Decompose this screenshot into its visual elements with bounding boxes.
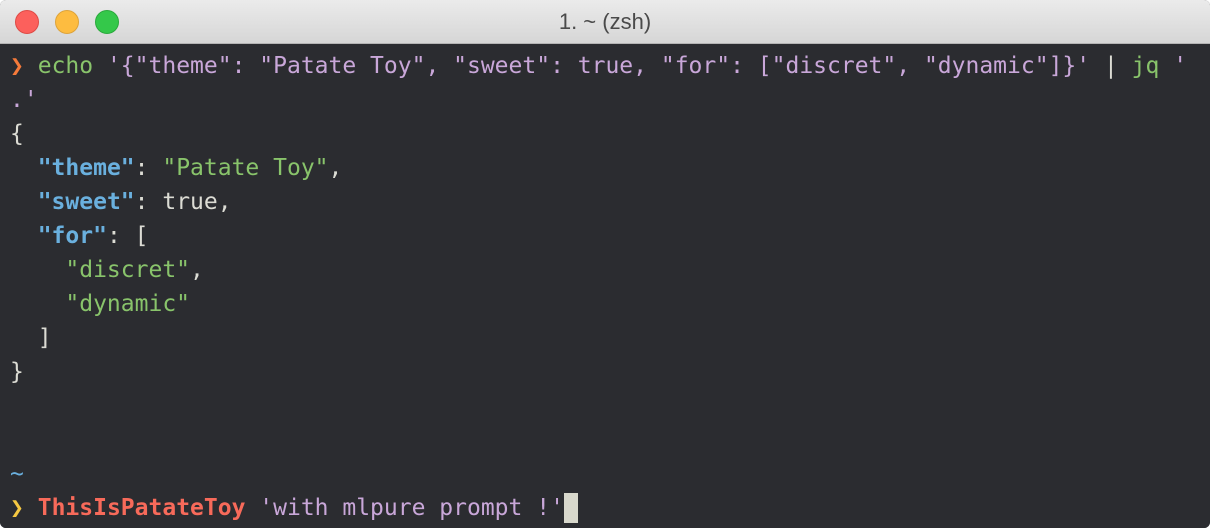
json-key-theme: "theme" xyxy=(37,155,135,181)
json-value-sweet: true, xyxy=(162,189,232,215)
command-argument: '{"theme": "Patate Toy", "sweet": true, … xyxy=(93,53,1091,79)
terminal-window: 1. ~ (zsh) ❯ echo '{"theme": "Patate Toy… xyxy=(0,0,1210,528)
text-cursor xyxy=(563,493,578,523)
jq-argument-end: .' xyxy=(10,87,38,113)
cwd-indicator: ~ xyxy=(10,461,24,487)
output-for-line: "for": [ xyxy=(10,221,149,251)
json-comma: , xyxy=(328,155,343,181)
json-value-theme: "Patate Toy" xyxy=(162,155,329,181)
jq-argument-start: ' xyxy=(1159,53,1188,79)
output-item-dynamic: "dynamic" xyxy=(10,289,190,319)
json-separator: : [ xyxy=(106,223,149,249)
json-separator: : xyxy=(134,155,163,181)
prompt-arrow-icon: ❯ xyxy=(10,53,24,79)
window-title: 1. ~ (zsh) xyxy=(558,9,652,34)
typed-command: ThisIsPatateToy xyxy=(37,495,246,521)
output-open-brace: { xyxy=(10,121,24,147)
json-key-for: "for" xyxy=(37,223,107,249)
output-sweet-line: "sweet": true, xyxy=(10,187,232,217)
command-line: ❯ echo '{"theme": "Patate Toy", "sweet":… xyxy=(10,51,1187,81)
terminal-content[interactable]: ❯ echo '{"theme": "Patate Toy", "sweet":… xyxy=(0,44,1210,528)
output-close-bracket: ] xyxy=(10,323,52,353)
command-name: echo xyxy=(37,53,94,79)
typed-argument: 'with mlpure prompt !' xyxy=(245,495,564,521)
json-key-sweet: "sweet" xyxy=(37,189,135,215)
output-close-brace: } xyxy=(10,359,24,385)
pipe-symbol: | xyxy=(1090,53,1132,79)
json-bracket: ] xyxy=(37,325,52,351)
json-array-item: "dynamic" xyxy=(65,291,191,317)
output-item-discret: "discret", xyxy=(10,255,204,285)
json-comma: , xyxy=(190,257,204,283)
json-array-item: "discret" xyxy=(65,257,191,283)
prompt-line[interactable]: ❯ ThisIsPatateToy 'with mlpure prompt !' xyxy=(10,493,578,523)
title-bar[interactable]: 1. ~ (zsh) xyxy=(0,0,1210,44)
jq-command: jq xyxy=(1131,53,1160,79)
output-theme-line: "theme": "Patate Toy", xyxy=(10,153,343,183)
command-line-wrap: .' xyxy=(10,85,38,115)
prompt-arrow-icon: ❯ xyxy=(10,495,24,521)
json-separator: : xyxy=(134,189,163,215)
